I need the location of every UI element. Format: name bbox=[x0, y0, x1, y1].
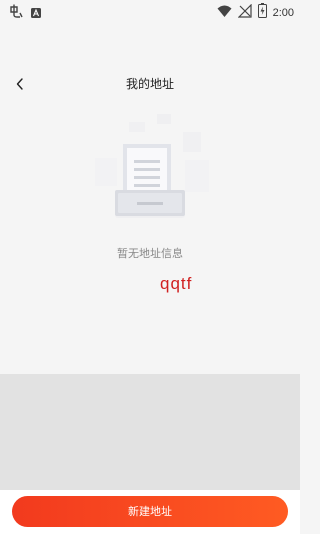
page-title: 我的地址 bbox=[125, 77, 174, 91]
status-time: 2:00 bbox=[272, 6, 294, 19]
status-left-icons bbox=[8, 3, 42, 23]
app-header: 我的地址 bbox=[0, 70, 300, 98]
bottom-bar: 新建地址 bbox=[0, 490, 300, 534]
background-band bbox=[0, 374, 300, 490]
overlay-text: qqtf bbox=[160, 274, 193, 293]
wifi-icon bbox=[217, 3, 232, 22]
status-bar: 2:00 bbox=[0, 0, 300, 22]
battery-charging-icon bbox=[257, 3, 267, 22]
a-box-icon bbox=[30, 4, 42, 23]
add-address-button[interactable]: 新建地址 bbox=[12, 496, 288, 527]
mascot-icon bbox=[8, 3, 24, 23]
empty-document-tray-icon bbox=[85, 108, 215, 220]
empty-message: 暂无地址信息 bbox=[117, 247, 183, 260]
status-right-icons: 2:00 bbox=[217, 3, 294, 22]
no-signal-icon bbox=[237, 3, 252, 22]
